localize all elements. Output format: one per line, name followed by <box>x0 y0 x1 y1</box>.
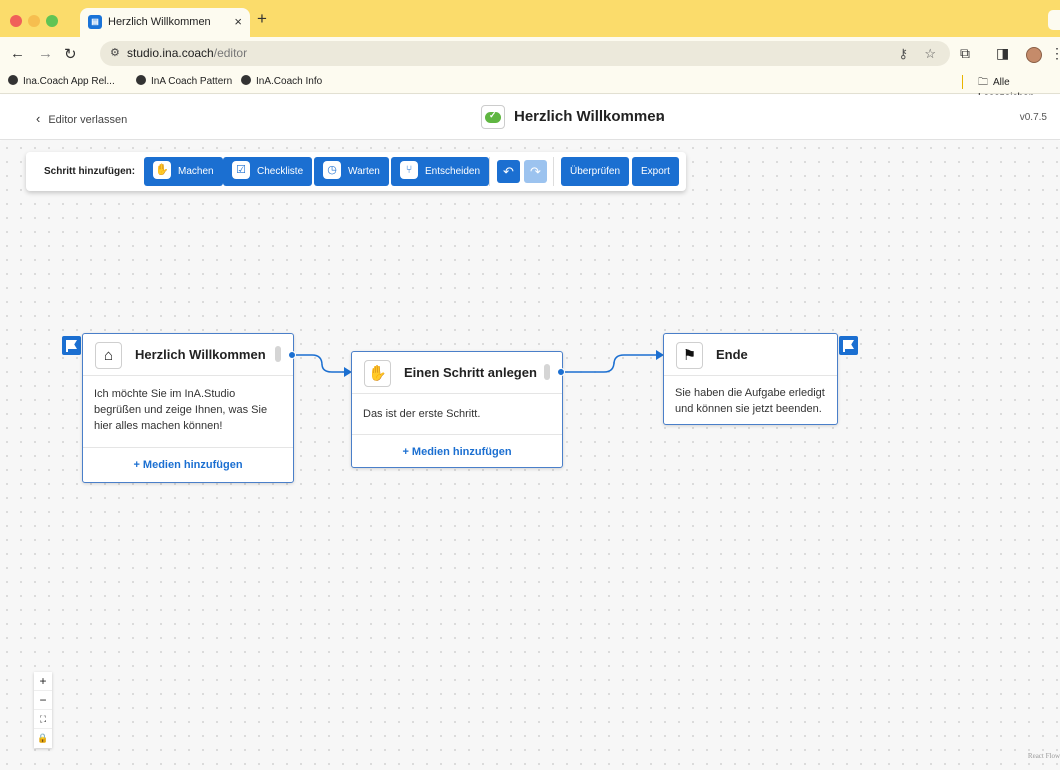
step-node-start[interactable]: ⌂ Herzlich Willkommen Ich möchte Sie im … <box>82 333 294 483</box>
source-handle[interactable] <box>288 351 296 359</box>
node-title: Ende <box>716 347 748 362</box>
source-handle[interactable] <box>557 368 565 376</box>
node-text-line: begrüßen und zeige Ihnen, was Sie <box>94 404 268 416</box>
node-description: Ich möchte Sie im InA.Studio begrüßen un… <box>94 386 267 434</box>
node-description: Sie haben die Aufgabe erledigt und könne… <box>675 385 825 417</box>
node-header: ⌂ Herzlich Willkommen <box>83 334 293 376</box>
edge-2[interactable] <box>562 354 657 373</box>
node-text-line: Ich möchte Sie im InA.Studio <box>94 388 236 400</box>
flag-icon: ⚑ <box>676 342 703 369</box>
node-text-line: hier alles machen können! <box>94 420 223 432</box>
end-flag-icon <box>839 336 858 355</box>
start-flag-icon <box>62 336 81 355</box>
node-text-line: und können sie jetzt beenden. <box>675 403 822 415</box>
home-icon: ⌂ <box>95 342 122 369</box>
lock-icon[interactable]: 🔒 <box>34 729 52 748</box>
zoom-controls: + − ⛶ 🔒 <box>34 672 52 748</box>
zoom-in-button[interactable]: + <box>34 672 52 691</box>
node-text-line: Das ist der erste Schritt. <box>363 408 481 420</box>
step-node-end[interactable]: ⚑ Ende Sie haben die Aufgabe erledigt un… <box>663 333 838 425</box>
fit-view-icon[interactable]: ⛶ <box>34 710 52 729</box>
node-title: Herzlich Willkommen <box>135 347 266 362</box>
drag-handle[interactable] <box>544 364 550 380</box>
zoom-out-button[interactable]: − <box>34 691 52 710</box>
add-media-button[interactable]: + Medien hinzufügen <box>83 447 293 482</box>
node-header: ⚑ Ende <box>664 334 837 376</box>
node-title: Einen Schritt anlegen <box>404 365 537 380</box>
drag-handle[interactable] <box>275 346 281 362</box>
node-description: Das ist der erste Schritt. <box>363 406 480 422</box>
node-header: ✋ Einen Schritt anlegen <box>352 352 562 394</box>
hand-icon: ✋ <box>364 360 391 387</box>
add-media-button[interactable]: + Medien hinzufügen <box>352 434 562 469</box>
step-node-action[interactable]: ✋ Einen Schritt anlegen Das ist der erst… <box>351 351 563 468</box>
edge-1[interactable] <box>292 354 344 373</box>
react-flow-attribution[interactable]: React Flow <box>1028 752 1060 760</box>
node-text-line: Sie haben die Aufgabe erledigt <box>675 387 825 399</box>
